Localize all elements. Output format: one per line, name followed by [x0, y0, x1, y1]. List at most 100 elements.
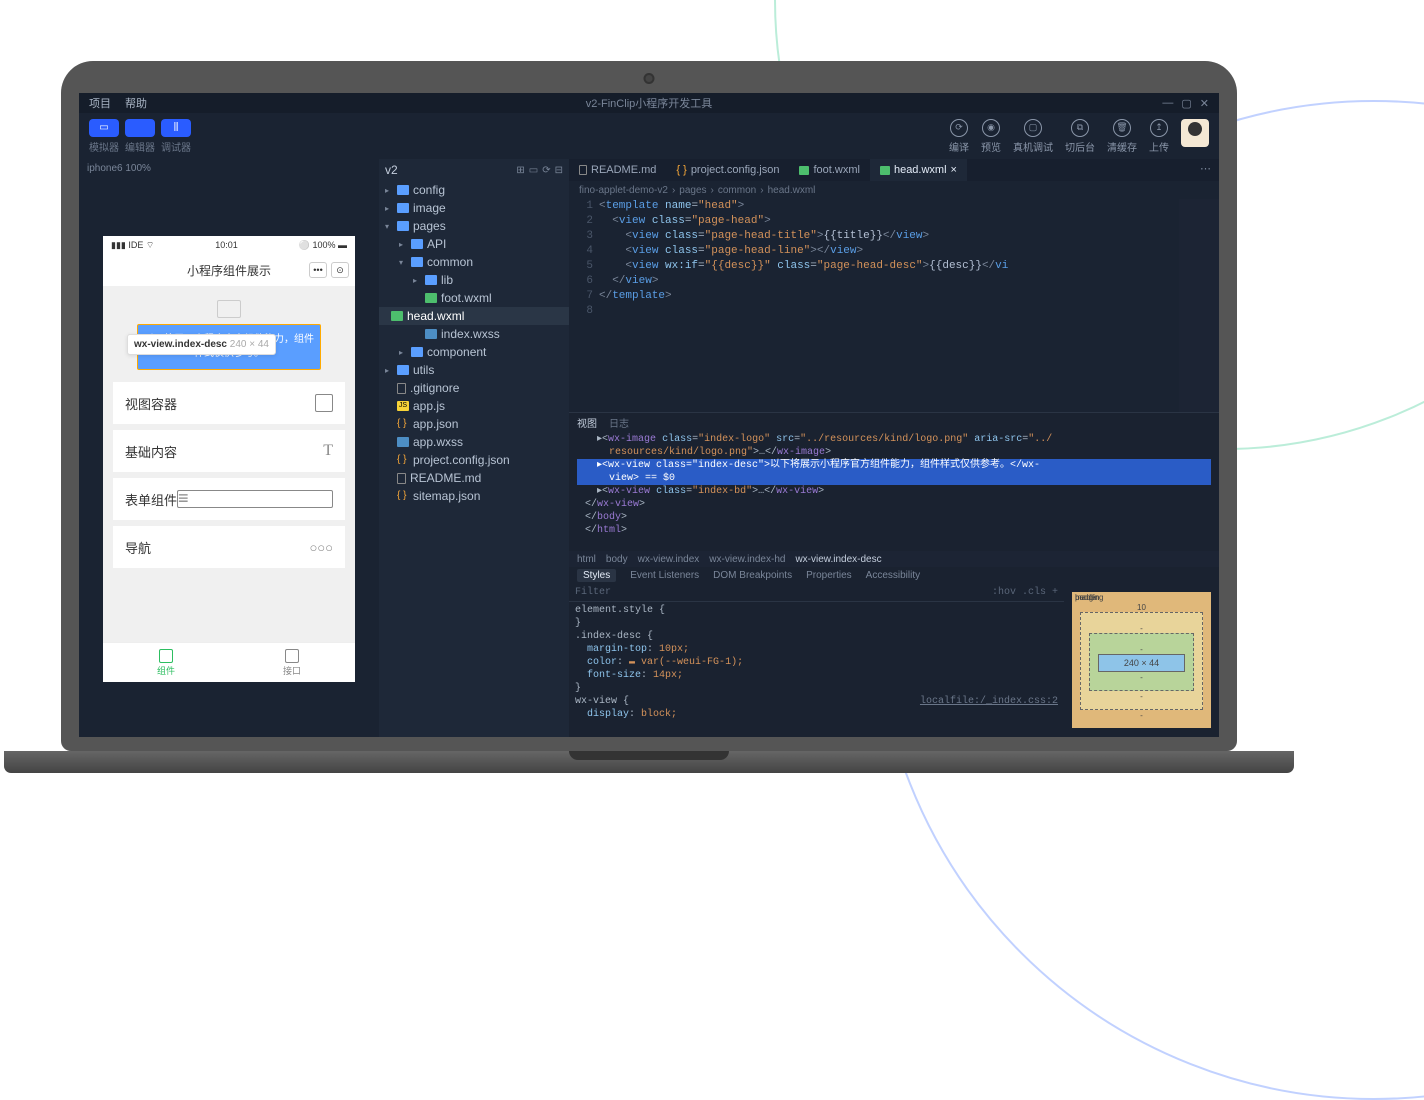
phone-tab[interactable]: 接口 — [229, 643, 355, 682]
tree-item[interactable]: ▸lib — [379, 271, 569, 289]
simulator-panel: iphone6 100% ▮▮▮ IDE ⌔ 10:01 ⚪ 100% ▬ 小程… — [79, 159, 379, 737]
devtools-sub-tab[interactable]: Styles — [577, 569, 616, 582]
mode-button-2[interactable]: ⫼ — [161, 119, 191, 137]
editor-panel: README.md{ }project.config.jsonfoot.wxml… — [569, 159, 1219, 737]
menubar: 项目 帮助 v2-FinClip小程序开发工具 — ▢ ✕ — [79, 93, 1219, 113]
inspector-tooltip: wx-view.index-desc 240 × 44 — [127, 334, 276, 355]
tree-item[interactable]: JSapp.js — [379, 397, 569, 415]
tool-编译[interactable]: ⟳编译 — [949, 119, 969, 154]
tree-item[interactable]: app.wxss — [379, 433, 569, 451]
breadcrumb[interactable]: head.wxml — [768, 185, 816, 196]
element-node[interactable]: ▸<wx-view class="index-bd">…</wx-view> — [577, 485, 1211, 498]
tree-item[interactable]: { }app.json — [379, 415, 569, 433]
phone-tab[interactable]: 组件 — [103, 643, 229, 682]
tree-root[interactable]: v2 — [385, 163, 398, 177]
phone-nav-title: 小程序组件展示 — [187, 262, 271, 279]
tree-item[interactable]: foot.wxml — [379, 289, 569, 307]
phone-list-item[interactable]: 视图容器 — [113, 382, 345, 424]
tool-预览[interactable]: ◉预览 — [981, 119, 1001, 154]
tree-item[interactable]: ▸component — [379, 343, 569, 361]
mode-button-0[interactable]: ▭ — [89, 119, 119, 137]
element-node[interactable]: resources/kind/logo.png">…</wx-image> — [577, 446, 1211, 459]
element-node[interactable]: ▸<wx-view class="index-desc">以下将展示小程序官方组… — [577, 459, 1211, 472]
tree-item[interactable]: index.wxss — [379, 325, 569, 343]
phone-nav-menu-button[interactable]: ••• — [309, 262, 327, 278]
editor-tab[interactable]: foot.wxml — [789, 159, 869, 181]
tree-item[interactable]: ▸API — [379, 235, 569, 253]
minimap[interactable] — [1179, 199, 1219, 412]
devtools-sub-tab[interactable]: Accessibility — [866, 570, 920, 581]
collapse-icon[interactable]: ⊟ — [555, 165, 563, 176]
devtools-top-tab[interactable]: 视图 — [577, 415, 597, 430]
ide-window: 项目 帮助 v2-FinClip小程序开发工具 — ▢ ✕ ▭ 模拟器编辑器 ⫼ 调试… — [79, 93, 1219, 737]
tree-item[interactable]: { }sitemap.json — [379, 487, 569, 505]
devtools-panel: 视图日志 ▸<wx-image class="index-logo" src="… — [569, 412, 1219, 737]
avatar[interactable] — [1181, 119, 1209, 147]
tab-overflow-icon[interactable]: ⋯ — [1192, 159, 1219, 181]
close-icon[interactable]: ✕ — [1200, 97, 1209, 110]
tree-item[interactable]: ▾common — [379, 253, 569, 271]
styles-filter-input[interactable]: Filter — [575, 587, 611, 598]
element-crumb[interactable]: wx-view.index-hd — [709, 554, 785, 565]
tree-item[interactable]: ▾pages — [379, 217, 569, 235]
element-node[interactable]: </html> — [577, 524, 1211, 537]
tree-item[interactable]: README.md — [379, 469, 569, 487]
new-file-icon[interactable]: ⊞ — [516, 165, 524, 176]
cls-toggle[interactable]: .cls — [1022, 587, 1046, 598]
phone-list-item[interactable]: 导航○○○ — [113, 526, 345, 568]
element-node[interactable]: view> == $0 — [577, 472, 1211, 485]
devtools-sub-tab[interactable]: Event Listeners — [630, 570, 699, 581]
tree-item[interactable]: ▸utils — [379, 361, 569, 379]
tool-真机调试[interactable]: ▢真机调试 — [1013, 119, 1053, 154]
camera-dot — [646, 75, 653, 82]
new-folder-icon[interactable]: ▭ — [529, 165, 538, 176]
element-node[interactable]: </body> — [577, 511, 1211, 524]
element-crumb[interactable]: html — [577, 554, 596, 565]
phone-list-item[interactable]: 基础内容T — [113, 430, 345, 472]
element-node[interactable]: ▸<wx-image class="index-logo" src="../re… — [577, 433, 1211, 446]
devtools-sub-tab[interactable]: DOM Breakpoints — [713, 570, 792, 581]
devtools-top-tab[interactable]: 日志 — [609, 415, 629, 430]
mode-label: 模拟器 — [89, 139, 119, 154]
toolbar: ▭ 模拟器编辑器 ⫼ 调试器 ⟳编译 ◉预览 ▢真机调试 ⧉切后台 🗑清缓存 ↥上传 — [79, 113, 1219, 159]
tool-切后台[interactable]: ⧉切后台 — [1065, 119, 1095, 154]
file-tree: v2 ⊞ ▭ ⟳ ⊟ ▸config▸image▾pages▸API▾commo… — [379, 159, 569, 737]
menu-help[interactable]: 帮助 — [125, 95, 147, 111]
phone-frame: ▮▮▮ IDE ⌔ 10:01 ⚪ 100% ▬ 小程序组件展示 ••• ⊙ — [103, 236, 355, 682]
tree-item[interactable]: { }project.config.json — [379, 451, 569, 469]
refresh-icon[interactable]: ⟳ — [542, 165, 550, 176]
tab-close-icon[interactable]: × — [951, 164, 957, 176]
element-node[interactable]: </wx-view> — [577, 498, 1211, 511]
element-crumb[interactable]: wx-view.index — [638, 554, 700, 565]
tool-上传[interactable]: ↥上传 — [1149, 119, 1169, 154]
phone-list-item[interactable]: 表单组件 — [113, 478, 345, 520]
tree-item[interactable]: .gitignore — [379, 379, 569, 397]
breadcrumb[interactable]: pages — [679, 185, 706, 196]
tree-item[interactable]: ▸config — [379, 181, 569, 199]
editor-tab[interactable]: { }project.config.json — [666, 159, 789, 181]
mode-button-1[interactable] — [125, 119, 155, 137]
maximize-icon[interactable]: ▢ — [1181, 97, 1191, 110]
tool-清缓存[interactable]: 🗑清缓存 — [1107, 119, 1137, 154]
editor-tab[interactable]: README.md — [569, 159, 666, 181]
box-model: margin 10 border - padding - 240 × 4 — [1064, 584, 1219, 737]
phone-status-time: 10:01 — [215, 240, 238, 250]
mode-label: 编辑器 — [125, 139, 155, 154]
devtools-sub-tab[interactable]: Properties — [806, 570, 852, 581]
minimize-icon[interactable]: — — [1162, 97, 1173, 110]
phone-status-right: ⚪ 100% ▬ — [299, 240, 347, 251]
editor-tab[interactable]: head.wxml× — [870, 159, 967, 181]
add-rule-icon[interactable]: + — [1052, 587, 1058, 598]
breadcrumb[interactable]: common — [718, 185, 756, 196]
element-crumb[interactable]: wx-view.index-desc — [795, 554, 881, 565]
hov-toggle[interactable]: :hov — [992, 587, 1016, 598]
simulator-status: iphone6 100% — [79, 159, 379, 178]
mode-label: 调试器 — [161, 139, 191, 154]
menu-project[interactable]: 项目 — [89, 95, 111, 111]
tree-item[interactable]: head.wxml — [379, 307, 569, 325]
phone-nav-close-button[interactable]: ⊙ — [331, 262, 349, 278]
tree-item[interactable]: ▸image — [379, 199, 569, 217]
breadcrumb[interactable]: fino-applet-demo-v2 — [579, 185, 668, 196]
laptop-frame: 项目 帮助 v2-FinClip小程序开发工具 — ▢ ✕ ▭ 模拟器编辑器 ⫼ 调试… — [61, 61, 1237, 781]
element-crumb[interactable]: body — [606, 554, 628, 565]
